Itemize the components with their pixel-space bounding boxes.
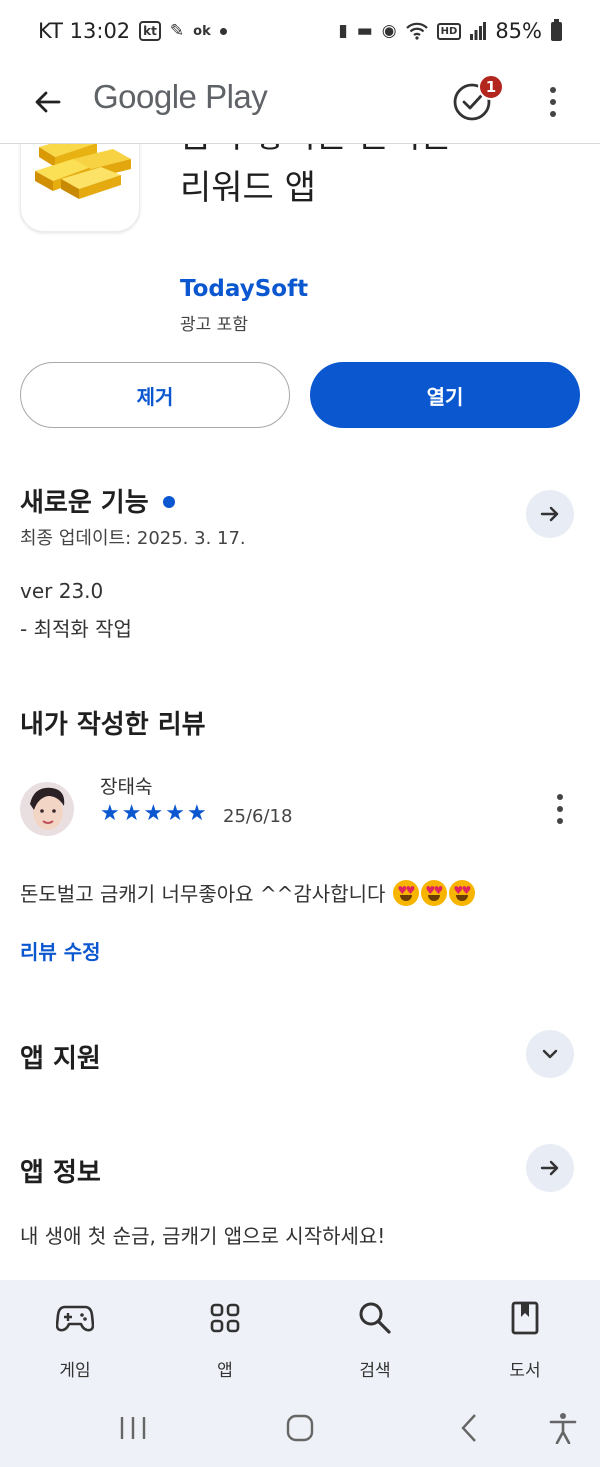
more-vert-dot [557,806,563,812]
nav-item-apps[interactable]: 앱 [170,1298,280,1381]
whats-new-arrow-button[interactable] [526,490,574,538]
reviewer-avatar-image [20,782,74,836]
about-arrow-button[interactable] [526,1144,574,1192]
apps-grid-icon [210,1303,240,1333]
wifi-icon [405,22,428,40]
carrier-time: KT 13:02 [38,19,131,43]
accessibility-button[interactable] [546,1408,580,1448]
book-icon [511,1301,539,1335]
my-review-title: 내가 작성한 리뷰 [20,710,206,740]
more-vert-dot [557,818,563,824]
review-more-button[interactable] [548,794,572,824]
version-text: ver 23.0 [20,579,104,603]
heart-eyes-emoji-icon [421,879,448,906]
app-support-title[interactable]: 앱 지원 [20,1038,101,1075]
status-bar: KT 13:02 kt ✎ ok ▮ ▬ ◉ HD 85% [0,0,600,62]
new-indicator-dot [162,495,175,508]
developer-link[interactable]: TodaySoft [180,276,308,302]
last-updated: 최종 업데이트: 2025. 3. 17. [20,528,246,549]
system-navigation-bar [0,1398,600,1458]
star-icon: ★ [100,801,120,826]
back-button[interactable] [28,82,68,122]
bottom-navigation: 게임 앱 검색 도서 [0,1280,600,1467]
updates-button[interactable]: 1 [452,74,504,124]
messenger-icon: ✎ [169,21,185,41]
chevron-left-icon [461,1414,476,1442]
battery-percent: 85% [495,19,542,43]
chevron-down-icon [542,1049,558,1059]
home-button[interactable] [282,1408,318,1448]
bed-icon: ▬ [356,21,373,41]
arrow-right-icon [540,1160,559,1176]
whats-new-title: 새로운 기능 [20,488,149,518]
star-icon: ★ [143,801,164,826]
nav-label-games: 게임 [59,1361,91,1381]
whats-new-header[interactable]: 새로운 기능 [20,482,175,519]
page-title: Google Play [93,78,268,115]
sleep-icon: ▮ [338,21,348,41]
battery-icon [551,18,562,41]
app-title-line-2: 리워드 앱 [180,168,316,208]
review-emojis [391,879,476,906]
update-note: - 최적화 작업 [20,617,132,641]
star-icon: ★ [186,801,207,826]
more-vert-dot [550,87,556,93]
gamepad-icon [56,1305,94,1332]
alarm-icon: ◉ [381,21,397,41]
open-button[interactable]: 열기 [310,362,580,428]
edit-review-link[interactable]: 리뷰 수정 [20,936,101,965]
recents-icon [120,1417,146,1439]
more-vert-dot [550,111,556,117]
dot-icon [219,27,227,35]
kt-icon: kt [139,21,161,41]
nav-item-games[interactable]: 게임 [20,1298,130,1381]
uninstall-button[interactable]: 제거 [20,362,290,428]
star-icon: ★ [165,801,185,826]
hd-icon: HD [436,22,462,40]
app-bar: Google Play 1 [0,62,600,144]
nav-item-search[interactable]: 검색 [320,1298,430,1381]
contains-ads-label: 광고 포함 [180,315,248,335]
search-icon [359,1302,391,1334]
reviewer-name: 장태숙 [100,776,153,798]
accessibility-icon [549,1413,577,1444]
ok-icon: ok [193,23,211,39]
more-vert-dot [550,99,556,105]
arrow-right-icon [540,506,559,522]
review-body: 돈도벌고 금캐기 너무좋아요 ^^감사합니다 [20,878,476,907]
app-support-expand-button[interactable] [526,1030,574,1078]
status-left: KT 13:02 kt ✎ ok [38,19,227,43]
star-rating: ★ ★ ★ ★ ★ [100,802,207,826]
signal-icon [470,22,487,40]
system-back-button[interactable] [454,1408,484,1448]
nav-label-books: 도서 [509,1361,541,1381]
updates-badge: 1 [478,74,504,100]
heart-eyes-emoji-icon [449,879,476,906]
review-text: 돈도벌고 금캐기 너무좋아요 ^^감사합니다 [20,882,386,906]
avatar [20,782,74,836]
status-right: ▮ ▬ ◉ HD 85% [338,18,562,43]
about-description: 내 생애 첫 순금, 금캐기 앱으로 시작하세요! [20,1224,386,1248]
heart-eyes-emoji-icon [393,879,420,906]
review-date: 25/6/18 [223,806,293,827]
about-title[interactable]: 앱 정보 [20,1152,101,1189]
more-options-button[interactable] [540,82,566,122]
arrow-back-icon [35,91,61,113]
app-details-content[interactable]: 금이 쌓이는 돈버는 리워드 앱 TodaySoft 광고 포함 제거 열기 새… [0,62,600,1280]
nav-label-apps: 앱 [217,1361,233,1381]
nav-item-books[interactable]: 도서 [470,1298,580,1381]
star-icon: ★ [121,801,142,826]
recents-button[interactable] [116,1408,150,1448]
nav-label-search: 검색 [359,1361,391,1381]
home-icon [286,1414,314,1442]
more-vert-dot [557,794,563,800]
